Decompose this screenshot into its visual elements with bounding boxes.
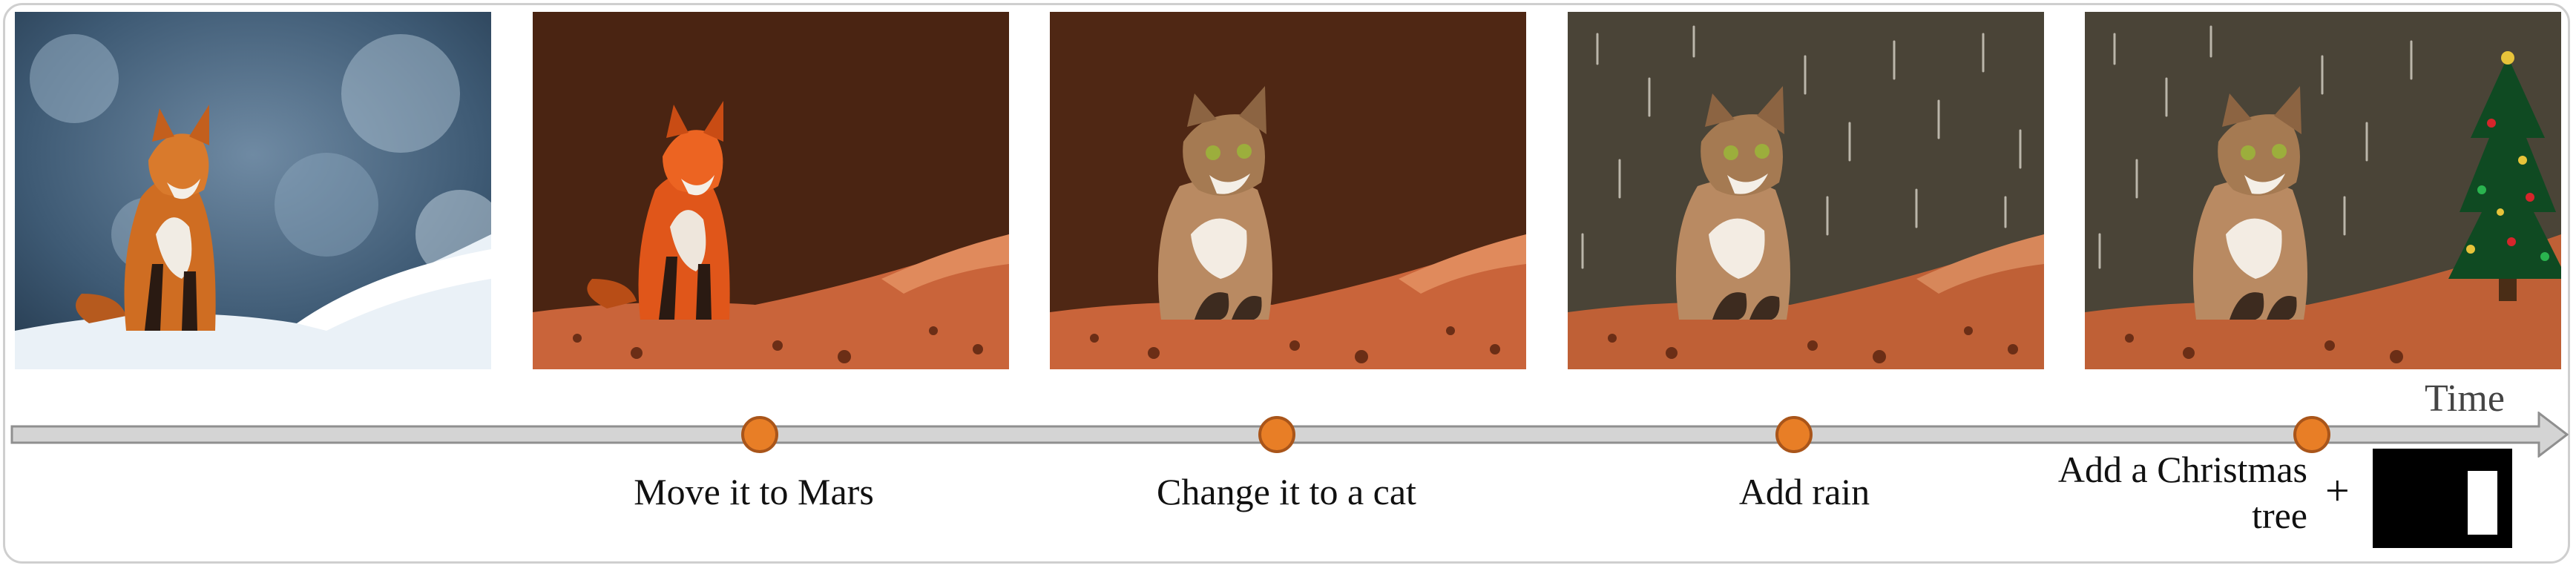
mask-image: [2373, 449, 2512, 548]
step-label-2: Change it to a cat: [1157, 471, 1416, 512]
step-marker-2: [1258, 416, 1295, 453]
step-marker-3: [1775, 416, 1813, 453]
step-label-3: Add rain: [1738, 471, 1870, 512]
plus-symbol: +: [2325, 466, 2350, 515]
mask-region: [2468, 471, 2497, 535]
step-label-1: Move it to Mars: [634, 471, 874, 512]
step-marker-1: [741, 416, 778, 453]
step-label-4: Add a Christmas tree: [2057, 449, 2307, 536]
